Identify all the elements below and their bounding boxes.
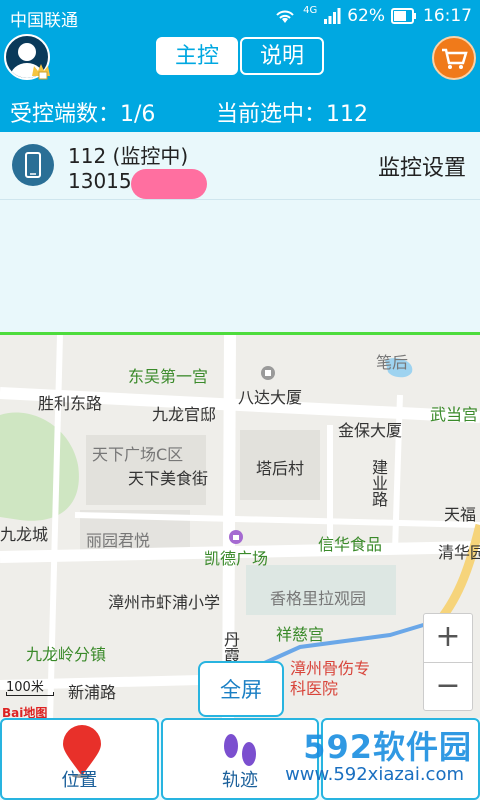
device-list-empty-area: [0, 200, 480, 332]
battery-icon: [391, 8, 416, 24]
map-label: 塔后村: [256, 459, 305, 478]
monitor-settings-button[interactable]: 监控设置: [378, 150, 466, 182]
map-label: 香格里拉观园: [270, 589, 367, 608]
current-selected: 当前选中：112: [216, 102, 368, 127]
tab-help[interactable]: 说明: [240, 37, 324, 75]
device-row[interactable]: 112 (监控中) 13015 监控设置: [0, 132, 480, 200]
zoom-control: + −: [423, 613, 473, 711]
map-label: 漳州市虾浦小学: [108, 593, 221, 612]
watermark-url: www.592xiazai.com: [285, 764, 464, 785]
phone-icon: [12, 144, 54, 186]
network-type-label: 4G: [303, 4, 318, 16]
tab-location-label: 位置: [61, 770, 98, 791]
map-label: 九龙官邸: [152, 405, 217, 424]
map-label: 清华园: [438, 543, 480, 562]
battery-percent: 62%: [347, 6, 385, 26]
map-label: 新浦路: [68, 683, 117, 702]
signal-icon: [324, 8, 341, 24]
map-label: 八达大厦: [238, 388, 303, 407]
map-label: 天下美食街: [128, 469, 209, 488]
shopping-poi-icon: [229, 530, 243, 544]
wifi-icon: [276, 10, 294, 23]
tab-control[interactable]: 主控: [156, 37, 238, 75]
watermark-title: 592软件园: [303, 728, 472, 766]
map-label: 漳州骨伤专科医院: [290, 659, 371, 698]
redaction-mask: [131, 169, 207, 199]
map-label: 信华食品: [318, 535, 383, 554]
crown-icon: [32, 64, 50, 80]
tab-location[interactable]: 位置: [0, 718, 159, 800]
map-label: 凯德广场: [204, 549, 269, 568]
map-label: 武当宫: [430, 405, 479, 424]
summary-bar: 受控端数：1/6 当前选中：112: [0, 84, 480, 132]
map-label: 天福: [444, 505, 477, 524]
zoom-in-button[interactable]: +: [424, 614, 472, 662]
status-bar: 中国联通 4G 62% 16:17: [0, 0, 480, 32]
map-label: 建业路: [369, 459, 388, 507]
mode-tabs: 主控 说明: [156, 37, 324, 75]
top-bar: 主控 说明: [0, 32, 480, 84]
map-label: 胜利东路: [38, 394, 103, 413]
map-label: 东吴第一宫: [128, 367, 209, 386]
map-label: 九龙岭分镇: [26, 645, 107, 664]
controlled-count: 受控端数：1/6: [10, 102, 156, 127]
map-label: 丽园君悦: [86, 531, 151, 550]
cart-button[interactable]: [432, 36, 476, 80]
map-label: 九龙城: [0, 525, 49, 544]
device-number: 13015: [68, 169, 132, 193]
carrier-label: 中国联通: [10, 11, 78, 31]
zoom-out-button[interactable]: −: [424, 663, 472, 711]
map-label: 祥慈宫: [276, 625, 325, 644]
shopping-cart-icon: [442, 48, 468, 69]
map-label: 金保大厦: [338, 421, 403, 440]
map-scale-bar: [6, 692, 54, 696]
poi-icon: [261, 366, 275, 380]
tab-track[interactable]: 轨迹: [160, 718, 320, 800]
clock: 16:17: [423, 6, 472, 26]
map-label: 笔后: [376, 353, 409, 372]
map-label: 天下广场C区: [92, 445, 184, 464]
device-name: 112 (监控中): [68, 144, 189, 168]
fullscreen-button[interactable]: 全屏: [198, 661, 284, 717]
